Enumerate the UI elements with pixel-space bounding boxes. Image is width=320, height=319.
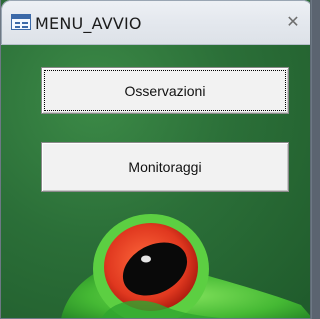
form-icon	[11, 14, 31, 30]
close-icon[interactable]: ✕	[285, 14, 301, 30]
window-title: MENU_AVVIO	[35, 14, 142, 33]
eye-highlight	[141, 255, 151, 263]
window-border	[310, 0, 311, 318]
menu-avvio-window: MENU_AVVIO ✕ Osservazioni Monitoraggi	[0, 0, 312, 319]
observations-button[interactable]: Osservazioni	[41, 67, 289, 114]
monitoring-button[interactable]: Monitoraggi	[41, 142, 289, 192]
frog-background-image	[61, 214, 311, 318]
form-body: Osservazioni Monitoraggi	[1, 45, 311, 318]
title-bar[interactable]: MENU_AVVIO ✕	[1, 0, 311, 45]
